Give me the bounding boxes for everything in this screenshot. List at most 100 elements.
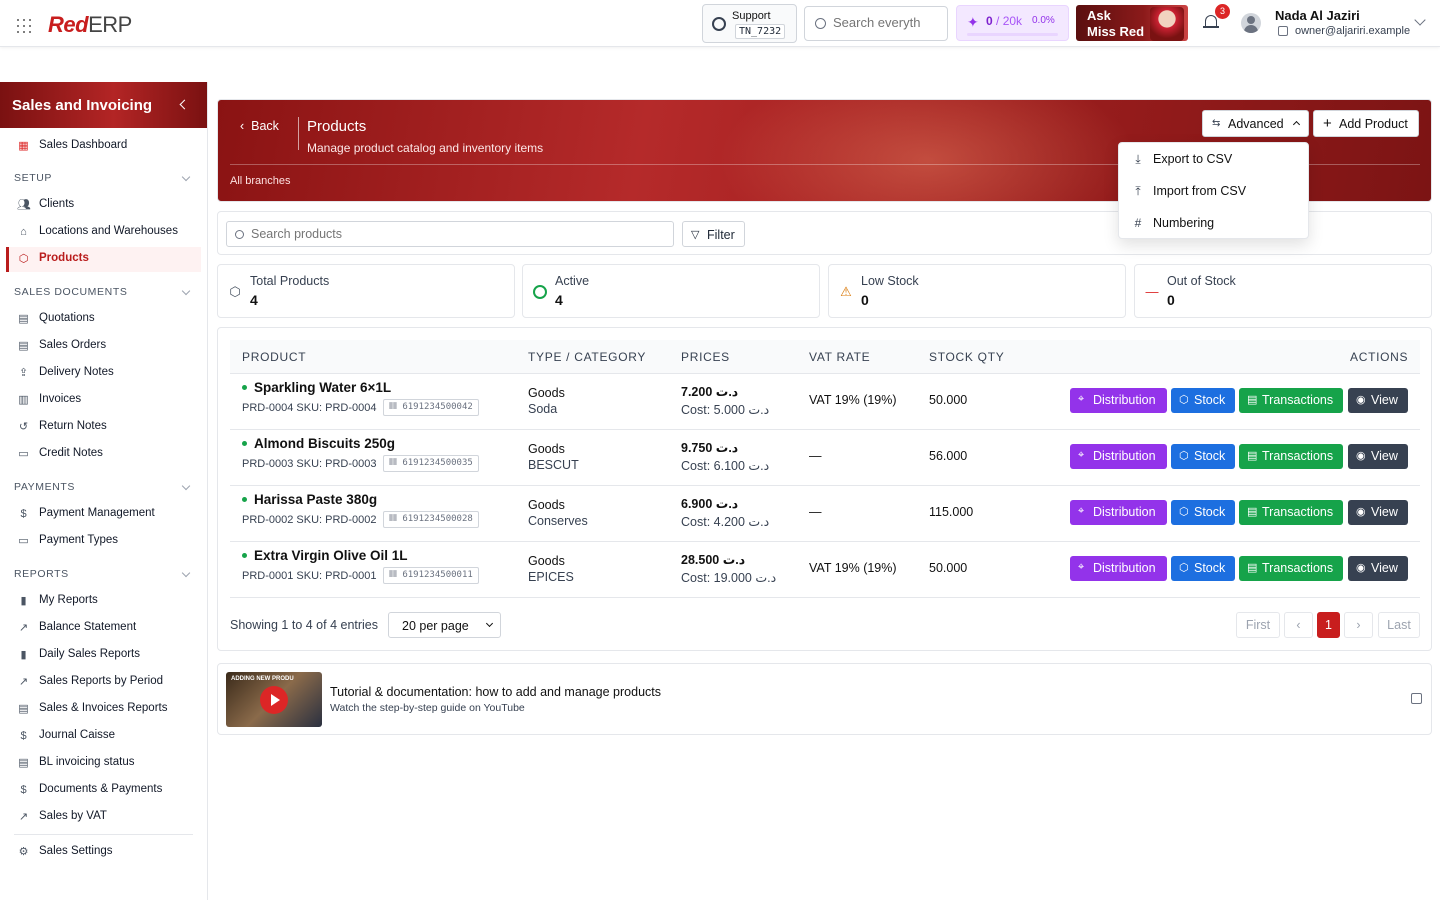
table-row[interactable]: Almond Biscuits 250g PRD-0003 SKU: PRD-00… <box>230 430 1420 486</box>
back-link[interactable]: ‹ Back <box>240 119 279 133</box>
stock-button[interactable]: ⬡ Stock <box>1171 388 1235 413</box>
pagination-page-1[interactable]: 1 <box>1317 612 1340 638</box>
tutorial-card[interactable]: ADDING NEW PRODU Tutorial & documentatio… <box>217 663 1432 735</box>
sidebar-item-sales-settings[interactable]: ⚙ Sales Settings <box>6 840 201 865</box>
page-subtitle: Manage product catalog and inventory ite… <box>307 141 544 155</box>
product-name[interactable]: Almond Biscuits 250g <box>254 436 395 451</box>
ask-miss-red-button[interactable]: Ask Miss Red <box>1076 5 1188 41</box>
menu-item-import-csv[interactable]: ⤒ Import from CSV <box>1119 177 1308 205</box>
sidebar-item-my-reports[interactable]: ▮ My Reports <box>6 589 201 614</box>
chevron-down-icon[interactable] <box>181 172 191 182</box>
transactions-button[interactable]: ▤ Transactions <box>1239 556 1343 581</box>
sidebar-item-credit-notes[interactable]: ▭ Credit Notes <box>6 442 201 467</box>
sidebar-item-delivery-notes[interactable]: ⇪ Delivery Notes <box>6 361 201 386</box>
section-reports[interactable]: REPORTS <box>14 568 69 580</box>
advanced-button[interactable]: ⇆ Advanced <box>1202 110 1309 137</box>
view-button[interactable]: ◉ View <box>1348 388 1408 413</box>
file-icon: ▤ <box>18 340 29 352</box>
box-icon: ⬡ <box>1179 506 1189 518</box>
sidebar-item-quotations[interactable]: ▤ Quotations <box>6 307 201 332</box>
product-name[interactable]: Harissa Paste 380g <box>254 492 377 507</box>
stock-button[interactable]: ⬡ Stock <box>1171 556 1235 581</box>
lifebuoy-icon <box>712 17 726 31</box>
view-button[interactable]: ◉ View <box>1348 500 1408 525</box>
file-icon: ▤ <box>18 703 29 715</box>
collapse-sidebar-icon[interactable] <box>179 99 190 110</box>
per-page-select[interactable]: 20 per page <box>388 612 501 638</box>
distribution-button[interactable]: ⌖ Distribution <box>1070 388 1167 413</box>
chevron-down-icon[interactable] <box>181 286 191 296</box>
global-search-input[interactable] <box>833 15 945 30</box>
app-grid-icon[interactable] <box>17 19 33 35</box>
chevron-down-icon[interactable] <box>1414 14 1426 26</box>
product-name[interactable]: Sparkling Water 6×1L <box>254 380 391 395</box>
sidebar-item-sales-invoices-reports[interactable]: ▤ Sales & Invoices Reports <box>6 697 201 722</box>
copy-icon[interactable] <box>1278 26 1288 36</box>
ai-credits-widget[interactable]: ✦ 0 / 20k 0.0% <box>956 5 1069 41</box>
plus-icon: + <box>1323 115 1332 132</box>
distribution-button[interactable]: ⌖ Distribution <box>1070 556 1167 581</box>
sidebar-item-clients[interactable]: 👥︎ Clients <box>6 193 201 218</box>
stock-button[interactable]: ⬡ Stock <box>1171 444 1235 469</box>
sidebar-item-sales-dashboard[interactable]: ▦ Sales Dashboard <box>6 134 201 159</box>
view-button[interactable]: ◉ View <box>1348 444 1408 469</box>
sidebar-item-payment-management[interactable]: $ Payment Management <box>6 502 201 527</box>
table-row[interactable]: Extra Virgin Olive Oil 1L PRD-0001 SKU: P… <box>230 542 1420 598</box>
product-stock-qty: 56.000 <box>929 449 968 463</box>
tutorial-video-thumbnail[interactable]: ADDING NEW PRODU <box>226 672 322 727</box>
filter-button[interactable]: ▽ Filter <box>682 221 745 247</box>
transactions-button[interactable]: ▤ Transactions <box>1239 388 1343 413</box>
sidebar-item-sales-by-vat[interactable]: ↗ Sales by VAT <box>6 805 201 830</box>
support-button[interactable]: Support TN_7232 <box>702 4 797 43</box>
user-avatar[interactable] <box>1241 13 1261 33</box>
map-pin-icon: ⌖ <box>1078 449 1085 461</box>
product-type: Goods <box>528 498 565 512</box>
product-search-input[interactable] <box>251 227 661 241</box>
circle-check-icon <box>532 284 548 300</box>
sidebar-item-invoices[interactable]: ▥ Invoices <box>6 388 201 413</box>
menu-item-export-csv[interactable]: ⤓ Export to CSV <box>1119 145 1308 173</box>
section-sales-documents[interactable]: SALES DOCUMENTS <box>14 286 127 298</box>
sidebar-item-journal-caisse[interactable]: $ Journal Caisse <box>6 724 201 749</box>
pagination-prev[interactable]: ‹ <box>1284 612 1313 638</box>
sidebar-item-bl-invoicing-status[interactable]: ▤ BL invoicing status <box>6 751 201 776</box>
branch-filter[interactable]: All branches <box>230 175 291 187</box>
sidebar-item-locations[interactable]: ⌂ Locations and Warehouses <box>6 220 201 245</box>
user-name[interactable]: Nada Al Jaziri <box>1275 8 1360 23</box>
pagination-next[interactable]: › <box>1344 612 1373 638</box>
pagination-first[interactable]: First <box>1236 612 1280 638</box>
global-search[interactable] <box>804 6 948 41</box>
section-payments[interactable]: PAYMENTS <box>14 481 75 493</box>
pagination-last[interactable]: Last <box>1378 612 1420 638</box>
sidebar-item-documents-payments[interactable]: $ Documents & Payments <box>6 778 201 803</box>
chevron-down-icon[interactable] <box>181 481 191 491</box>
add-product-button[interactable]: + Add Product <box>1313 110 1419 137</box>
barcode-badge: ⦀⦀ 6191234500011 <box>383 567 479 584</box>
sidebar-item-sales-orders[interactable]: ▤ Sales Orders <box>6 334 201 359</box>
distribution-button[interactable]: ⌖ Distribution <box>1070 444 1167 469</box>
table-row[interactable]: Harissa Paste 380g PRD-0002 SKU: PRD-0002… <box>230 486 1420 542</box>
chevron-down-icon[interactable] <box>181 568 191 578</box>
play-icon <box>260 686 288 714</box>
product-cost: Cost: 4.200 د.ت <box>681 515 770 529</box>
stock-button[interactable]: ⬡ Stock <box>1171 500 1235 525</box>
product-name[interactable]: Extra Virgin Olive Oil 1L <box>254 548 408 563</box>
sidebar-item-payment-types[interactable]: ▭ Payment Types <box>6 529 201 554</box>
sidebar-item-balance-statement[interactable]: ↗ Balance Statement <box>6 616 201 641</box>
sidebar-item-daily-sales-reports[interactable]: ▮ Daily Sales Reports <box>6 643 201 668</box>
transactions-button[interactable]: ▤ Transactions <box>1239 444 1343 469</box>
distribution-button[interactable]: ⌖ Distribution <box>1070 500 1167 525</box>
notifications-button[interactable]: 3 <box>1203 4 1230 31</box>
view-button[interactable]: ◉ View <box>1348 556 1408 581</box>
section-setup[interactable]: SETUP <box>14 172 52 184</box>
sidebar-item-return-notes[interactable]: ↺ Return Notes <box>6 415 201 440</box>
product-search[interactable] <box>226 221 674 247</box>
app-logo[interactable]: RedERP <box>48 12 132 38</box>
external-link-icon[interactable] <box>1411 693 1422 704</box>
sidebar-item-sales-reports-period[interactable]: ↗ Sales Reports by Period <box>6 670 201 695</box>
transactions-button[interactable]: ▤ Transactions <box>1239 500 1343 525</box>
entries-summary: Showing 1 to 4 of 4 entries <box>230 618 379 632</box>
sidebar-item-products[interactable]: ⬡ Products <box>6 247 201 272</box>
table-row[interactable]: Sparkling Water 6×1L PRD-0004 SKU: PRD-00… <box>230 374 1420 430</box>
menu-item-numbering[interactable]: # Numbering <box>1119 209 1308 237</box>
